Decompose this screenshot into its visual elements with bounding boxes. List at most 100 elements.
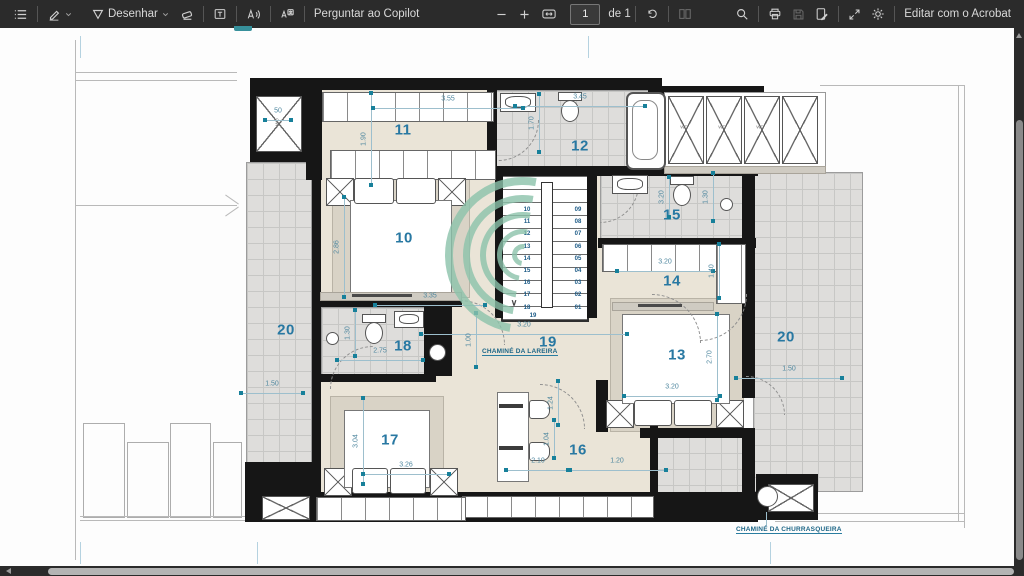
room-label-12: 12 (571, 138, 589, 155)
vertical-scrollbar-thumb[interactable] (1016, 120, 1023, 560)
dimension-line (624, 396, 720, 397)
dimension-dot (556, 379, 560, 383)
room-label-18: 18 (394, 338, 412, 355)
scrollbar-corner (1014, 566, 1024, 576)
staircase-rail (541, 182, 553, 308)
dimension-line (373, 108, 523, 109)
toolbar-pull-tab[interactable] (234, 26, 252, 31)
dimension-label: 50 (274, 108, 282, 115)
print-button[interactable] (763, 2, 787, 26)
acrobat-label[interactable]: Editar com o Acrobat (899, 2, 1016, 26)
arrowhead (225, 207, 239, 217)
zoom-out-button[interactable] (490, 2, 513, 26)
draw-button[interactable]: Desenhar (86, 2, 175, 26)
dimension-line (421, 334, 627, 335)
save-button[interactable] (787, 2, 810, 26)
scroll-left-arrow[interactable] (6, 568, 11, 574)
page-view-button[interactable] (673, 2, 697, 26)
dimension-line (515, 106, 645, 107)
dimension-label: 3.20 (517, 322, 531, 329)
stair-step-number: 03 (575, 280, 582, 286)
dimension-dot (521, 106, 525, 110)
wardrobe-label: WD (680, 125, 688, 130)
dimension-dot (342, 195, 346, 199)
bbq-chimney-label: CHAMINÉ DA CHURRASQUEIRA (736, 526, 842, 534)
fit-to-width-button[interactable] (536, 2, 562, 26)
stair-direction-mark: ∨ (511, 298, 518, 309)
dimension-dot (335, 358, 339, 362)
settings-button[interactable] (866, 2, 890, 26)
wall (312, 178, 321, 494)
page-count-label: de 1 (608, 8, 630, 20)
dimension-dot (718, 394, 722, 398)
save-as-button[interactable] (810, 2, 834, 26)
zoom-in-button[interactable] (513, 2, 536, 26)
translate-button[interactable] (275, 2, 300, 26)
eraser-button[interactable] (175, 2, 199, 26)
stair-step-number: 17 (524, 292, 531, 298)
add-text-button[interactable] (208, 2, 232, 26)
dimension-dot (483, 303, 487, 307)
dimension-label: 3.04 (353, 434, 360, 448)
dimension-dot (361, 482, 365, 486)
divider (203, 6, 204, 22)
sheet-line (75, 72, 237, 73)
pillow (634, 400, 672, 426)
tv-unit (352, 294, 412, 297)
dimension-dot (667, 215, 671, 219)
search-icon (735, 7, 749, 21)
dimension-line (568, 470, 666, 471)
dimension-label: 1.24 (548, 396, 555, 410)
wall (640, 428, 750, 438)
toilet-bowl (365, 322, 383, 344)
rotate-button[interactable] (640, 2, 664, 26)
stair-step-number: 15 (524, 268, 531, 274)
dimension-dot (625, 332, 629, 336)
dimension-label: 3.26 (399, 462, 413, 469)
sheet-line (75, 80, 237, 81)
search-button[interactable] (730, 2, 754, 26)
dimension-line (554, 420, 555, 458)
highlighter-button[interactable] (42, 2, 78, 26)
room-label-17: 17 (381, 432, 399, 449)
sink-basin (399, 314, 419, 324)
dimension-label: 1.50 (265, 381, 279, 388)
dimension-dot (421, 358, 425, 362)
dimension-dot (734, 376, 738, 380)
dimension-dot (504, 468, 508, 472)
read-aloud-button[interactable] (241, 2, 266, 26)
dimension-label: 2.86 (334, 240, 341, 254)
copilot-label[interactable]: Perguntar ao Copilot (309, 2, 424, 26)
page-number-input[interactable] (570, 4, 600, 25)
divider (37, 6, 38, 22)
pdf-toolbar: Desenhar Perguntar ao Copilot (0, 0, 1024, 28)
eraser-icon (180, 7, 194, 21)
horizontal-scrollbar-thumb[interactable] (48, 568, 1014, 575)
print-icon (768, 7, 782, 21)
dimension-dot (474, 365, 478, 369)
dimension-dot (419, 332, 423, 336)
draw-button-label: Desenhar (108, 8, 158, 20)
dimension-dot (715, 398, 719, 402)
table-of-contents-icon (13, 7, 28, 22)
bed-10 (350, 200, 452, 294)
dimension-dot (474, 311, 478, 315)
dimension-label: 1.04 (544, 432, 551, 446)
fullscreen-button[interactable] (843, 2, 866, 26)
dimension-label: 2.70 (707, 350, 714, 364)
dimension-line (717, 314, 718, 400)
text-box-icon (213, 7, 227, 21)
pillow (396, 178, 436, 204)
sheet-line (964, 85, 965, 528)
dimension-dot (371, 106, 375, 110)
room-label-10: 10 (395, 230, 413, 247)
wall (495, 176, 503, 318)
bbq-flue (757, 486, 778, 507)
sheet-line (775, 521, 965, 522)
fit-width-icon (541, 7, 557, 21)
stair-step-number: 19 (530, 313, 537, 319)
divider (894, 6, 895, 22)
shelf-strip (664, 166, 826, 174)
scroll-up-arrow[interactable] (1016, 33, 1022, 38)
table-of-contents-button[interactable] (8, 2, 33, 26)
